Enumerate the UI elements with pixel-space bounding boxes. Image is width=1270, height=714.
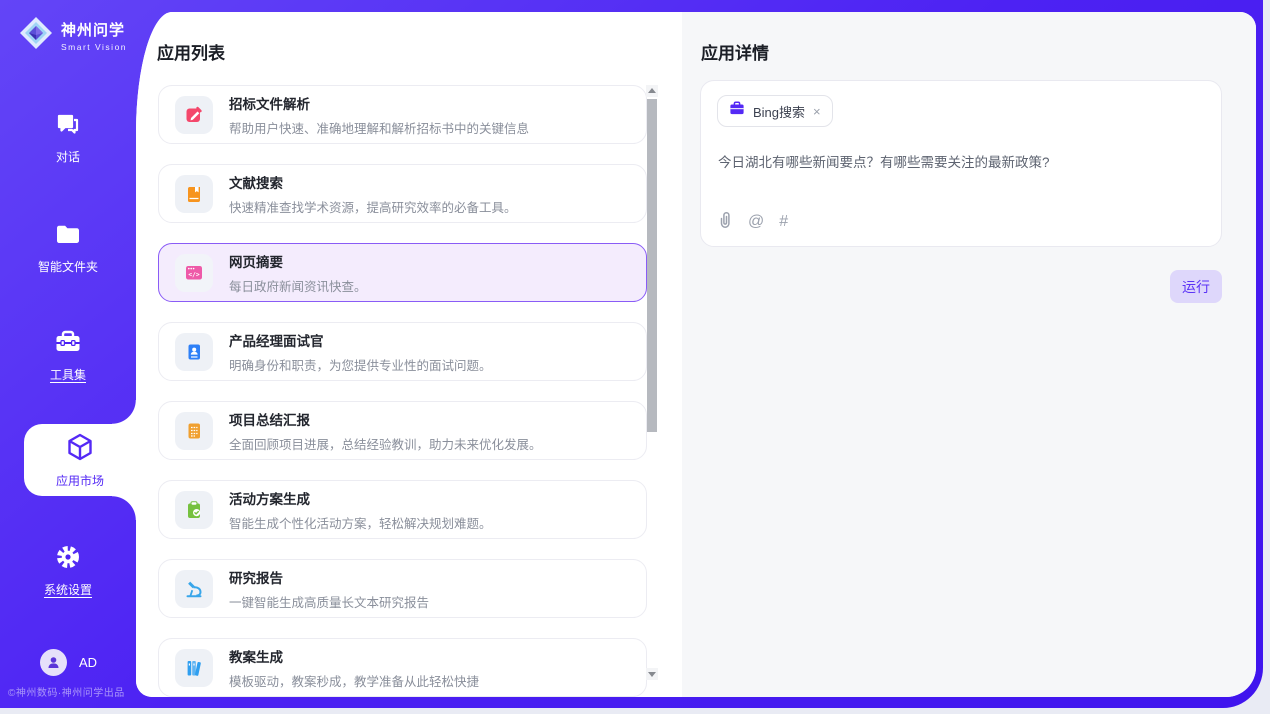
brand-subtitle: Smart Vision xyxy=(61,42,127,52)
sidebar-item-label: 对话 xyxy=(56,148,80,165)
app-card[interactable]: 教案生成模板驱动，教案秒成，教学准备从此轻松快捷 xyxy=(158,638,647,697)
close-icon[interactable]: × xyxy=(813,105,821,118)
sidebar-item-smart-folder[interactable]: 智能文件夹 xyxy=(0,220,136,275)
sidebar-footer: ©神州数码·神州问学出品 xyxy=(8,684,132,699)
app-card-description: 智能生成个性化活动方案，轻松解决规划难题。 xyxy=(229,513,492,532)
prompt-input[interactable]: 今日湖北有哪些新闻要点？有哪些需要关注的最新政策? xyxy=(718,151,1201,171)
app-card-title: 活动方案生成 xyxy=(229,488,492,508)
app-frame: 神州问学 Smart Vision 对话 智能文件夹 xyxy=(0,0,1263,708)
content-area: 应用列表 招标文件解析帮助用户快速、准确地理解和解析招标书中的关键信息 文献搜索… xyxy=(136,12,1256,697)
app-card-title: 教案生成 xyxy=(229,646,479,666)
toolbox-icon xyxy=(53,328,83,359)
app-list-panel: 应用列表 招标文件解析帮助用户快速、准确地理解和解析招标书中的关键信息 文献搜索… xyxy=(136,12,682,697)
sidebar-item-label: 工具集 xyxy=(50,366,86,383)
app-card-title: 研究报告 xyxy=(229,567,429,587)
app-card-list: 招标文件解析帮助用户快速、准确地理解和解析招标书中的关键信息 文献搜索快速精准查… xyxy=(158,85,647,697)
web-code-icon: </> xyxy=(175,254,213,292)
user-row: AD xyxy=(40,649,97,676)
books-icon xyxy=(175,649,213,687)
scroll-down-arrow-icon[interactable] xyxy=(646,668,658,680)
app-card[interactable]: 活动方案生成智能生成个性化活动方案，轻松解决规划难题。 xyxy=(158,480,647,539)
run-button[interactable]: 运行 xyxy=(1170,270,1222,303)
sidebar-item-app-market[interactable]: 应用市场 xyxy=(24,424,136,496)
tool-tag-label: Bing搜索 xyxy=(753,102,805,121)
brand-logo: 神州问学 Smart Vision xyxy=(18,15,127,56)
resume-icon xyxy=(175,333,213,371)
svg-text:</>: </> xyxy=(188,271,199,278)
app-card-description: 一键智能生成高质量长文本研究报告 xyxy=(229,592,429,611)
app-card[interactable]: 研究报告一键智能生成高质量长文本研究报告 xyxy=(158,559,647,618)
scrollbar[interactable] xyxy=(646,85,658,680)
app-card-title: 招标文件解析 xyxy=(229,93,529,113)
app-card-description: 快速精准查找学术资源，提高研究效率的必备工具。 xyxy=(229,197,517,216)
app-card-title: 文献搜索 xyxy=(229,172,517,192)
app-card[interactable]: 招标文件解析帮助用户快速、准确地理解和解析招标书中的关键信息 xyxy=(158,85,647,144)
app-card[interactable]: 产品经理面试官明确身份和职责，为您提供专业性的面试问题。 xyxy=(158,322,647,381)
chat-icon xyxy=(54,110,82,141)
app-card-title: 网页摘要 xyxy=(229,251,367,271)
cube-icon xyxy=(65,432,95,467)
app-card-description: 明确身份和职责，为您提供专业性的面试问题。 xyxy=(229,355,492,374)
app-detail-panel: 应用详情 Bing搜索 × 今日湖北有哪些新闻要点？有哪些需要关注的最新政策? xyxy=(682,12,1256,697)
folder-icon xyxy=(54,220,82,251)
app-card[interactable]: 项目总结汇报全面回顾项目进展，总结经验教训，助力未来优化发展。 xyxy=(158,401,647,460)
app-card-description: 帮助用户快速、准确地理解和解析招标书中的关键信息 xyxy=(229,118,529,137)
app-card[interactable]: 文献搜索快速精准查找学术资源，提高研究效率的必备工具。 xyxy=(158,164,647,223)
briefcase-icon xyxy=(729,101,745,121)
mention-icon[interactable]: @ xyxy=(748,213,764,231)
sidebar-item-label: 系统设置 xyxy=(44,581,92,598)
gear-icon xyxy=(54,543,82,574)
sidebar-item-chat[interactable]: 对话 xyxy=(0,110,136,165)
user-initials: AD xyxy=(79,655,97,670)
app-card[interactable]: </> 网页摘要每日政府新闻资讯快查。 xyxy=(158,243,647,302)
scroll-up-arrow-icon[interactable] xyxy=(646,85,658,97)
app-list-title: 应用列表 xyxy=(157,39,225,64)
avatar[interactable] xyxy=(40,649,67,676)
sidebar-item-toolset[interactable]: 工具集 xyxy=(0,328,136,383)
tool-tag-bing-search[interactable]: Bing搜索 × xyxy=(717,95,833,127)
sidebar-item-settings[interactable]: 系统设置 xyxy=(0,543,136,598)
sidebar-item-label: 智能文件夹 xyxy=(38,258,98,275)
app-card-title: 产品经理面试官 xyxy=(229,330,492,350)
app-card-title: 项目总结汇报 xyxy=(229,409,542,429)
clipboard-check-icon xyxy=(175,491,213,529)
prompt-card: Bing搜索 × 今日湖北有哪些新闻要点？有哪些需要关注的最新政策? @ # xyxy=(700,80,1222,247)
summary-doc-icon xyxy=(175,412,213,450)
scrollbar-thumb[interactable] xyxy=(647,99,657,432)
hash-icon[interactable]: # xyxy=(779,213,788,231)
app-detail-title: 应用详情 xyxy=(701,39,769,64)
diamond-logo-icon xyxy=(18,15,54,56)
app-card-description: 模板驱动，教案秒成，教学准备从此轻松快捷 xyxy=(229,671,479,690)
input-toolbar: @ # xyxy=(717,210,788,233)
book-icon xyxy=(175,175,213,213)
brand-name: 神州问学 xyxy=(61,19,127,40)
attachment-icon[interactable] xyxy=(717,210,733,233)
sidebar: 神州问学 Smart Vision 对话 智能文件夹 xyxy=(0,0,136,708)
edit-doc-icon xyxy=(175,96,213,134)
app-card-description: 全面回顾项目进展，总结经验教训，助力未来优化发展。 xyxy=(229,434,542,453)
app-card-description: 每日政府新闻资讯快查。 xyxy=(229,276,367,295)
microscope-icon xyxy=(175,570,213,608)
sidebar-item-label: 应用市场 xyxy=(56,472,104,489)
